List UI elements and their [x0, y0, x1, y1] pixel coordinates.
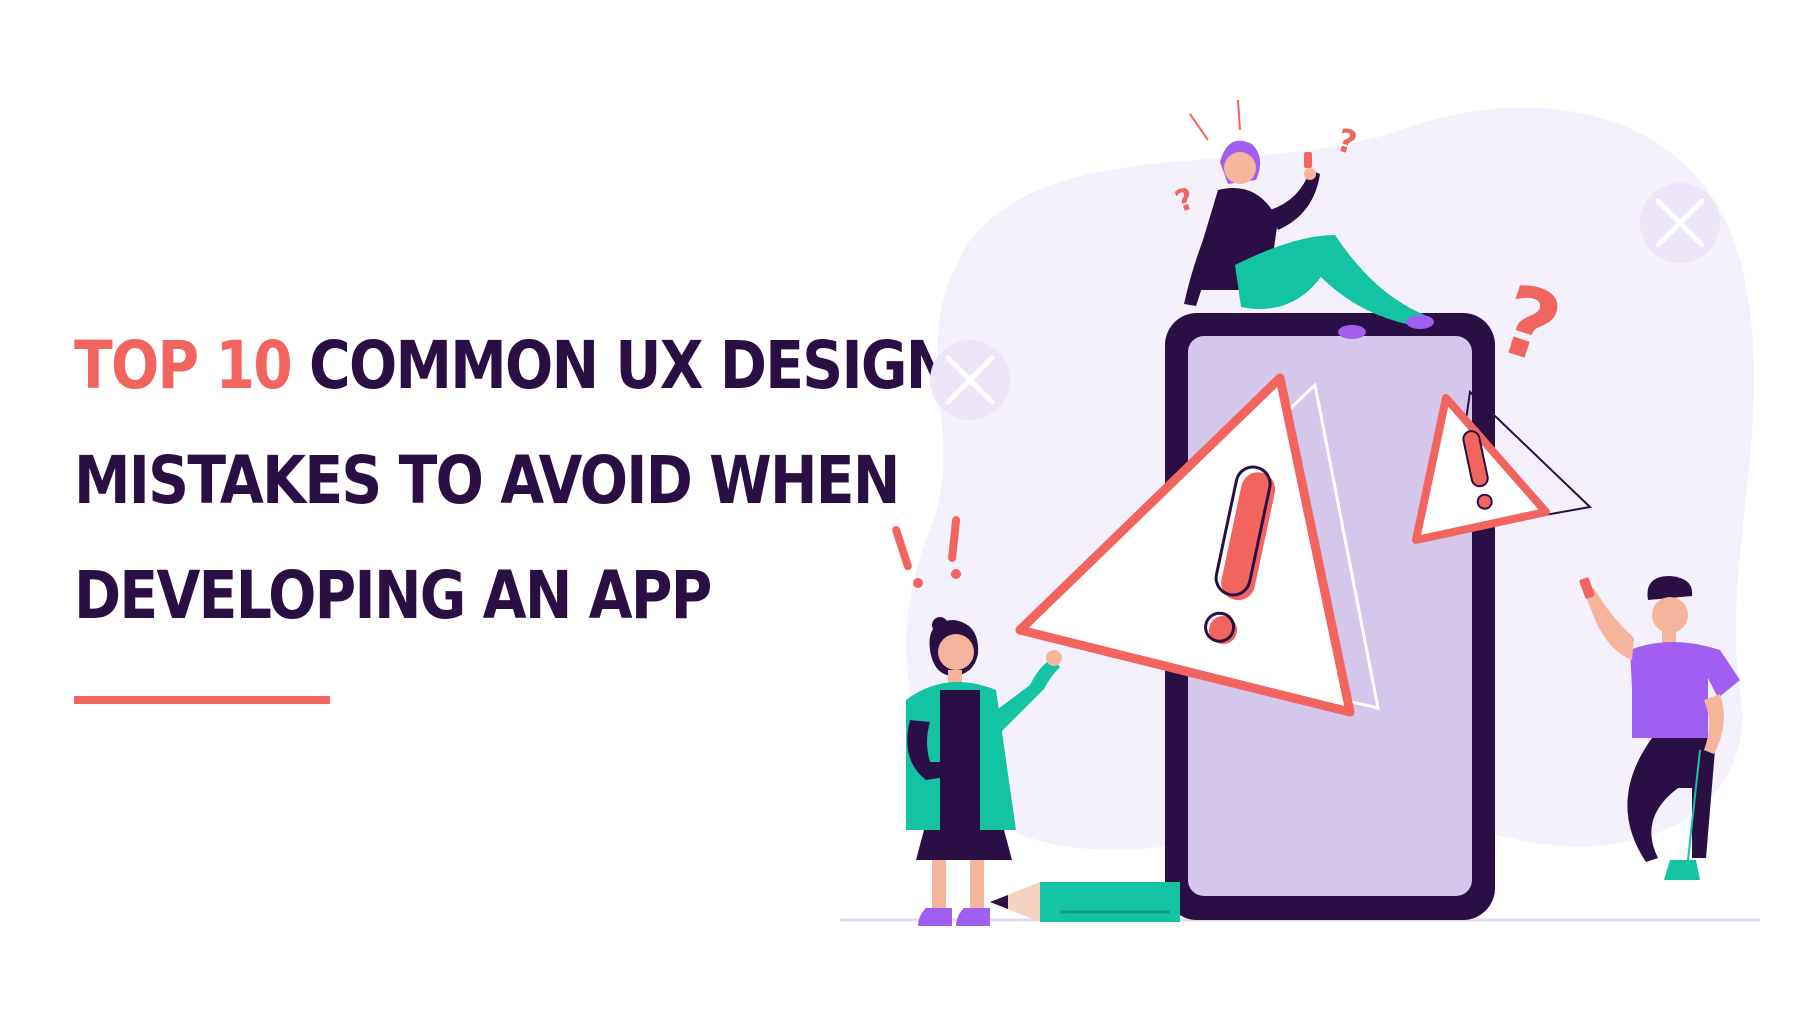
headline-accent: TOP 10	[74, 327, 293, 404]
close-icon	[930, 340, 1010, 420]
accent-underline	[74, 696, 330, 704]
headline: TOP 10 COMMON UX DESIGN MISTAKES TO AVOI…	[74, 308, 953, 653]
pencil	[990, 882, 1180, 922]
headline-line-3: DEVELOPING AN APP	[74, 557, 712, 634]
close-icon	[1640, 183, 1720, 263]
headline-line-2: MISTAKES TO AVOID WHEN	[74, 442, 900, 519]
banner: TOP 10 COMMON UX DESIGN MISTAKES TO AVOI…	[0, 0, 1809, 1017]
illustration: ? ? ?	[840, 99, 1760, 926]
headline-line-1: TOP 10 COMMON UX DESIGN	[74, 308, 953, 423]
